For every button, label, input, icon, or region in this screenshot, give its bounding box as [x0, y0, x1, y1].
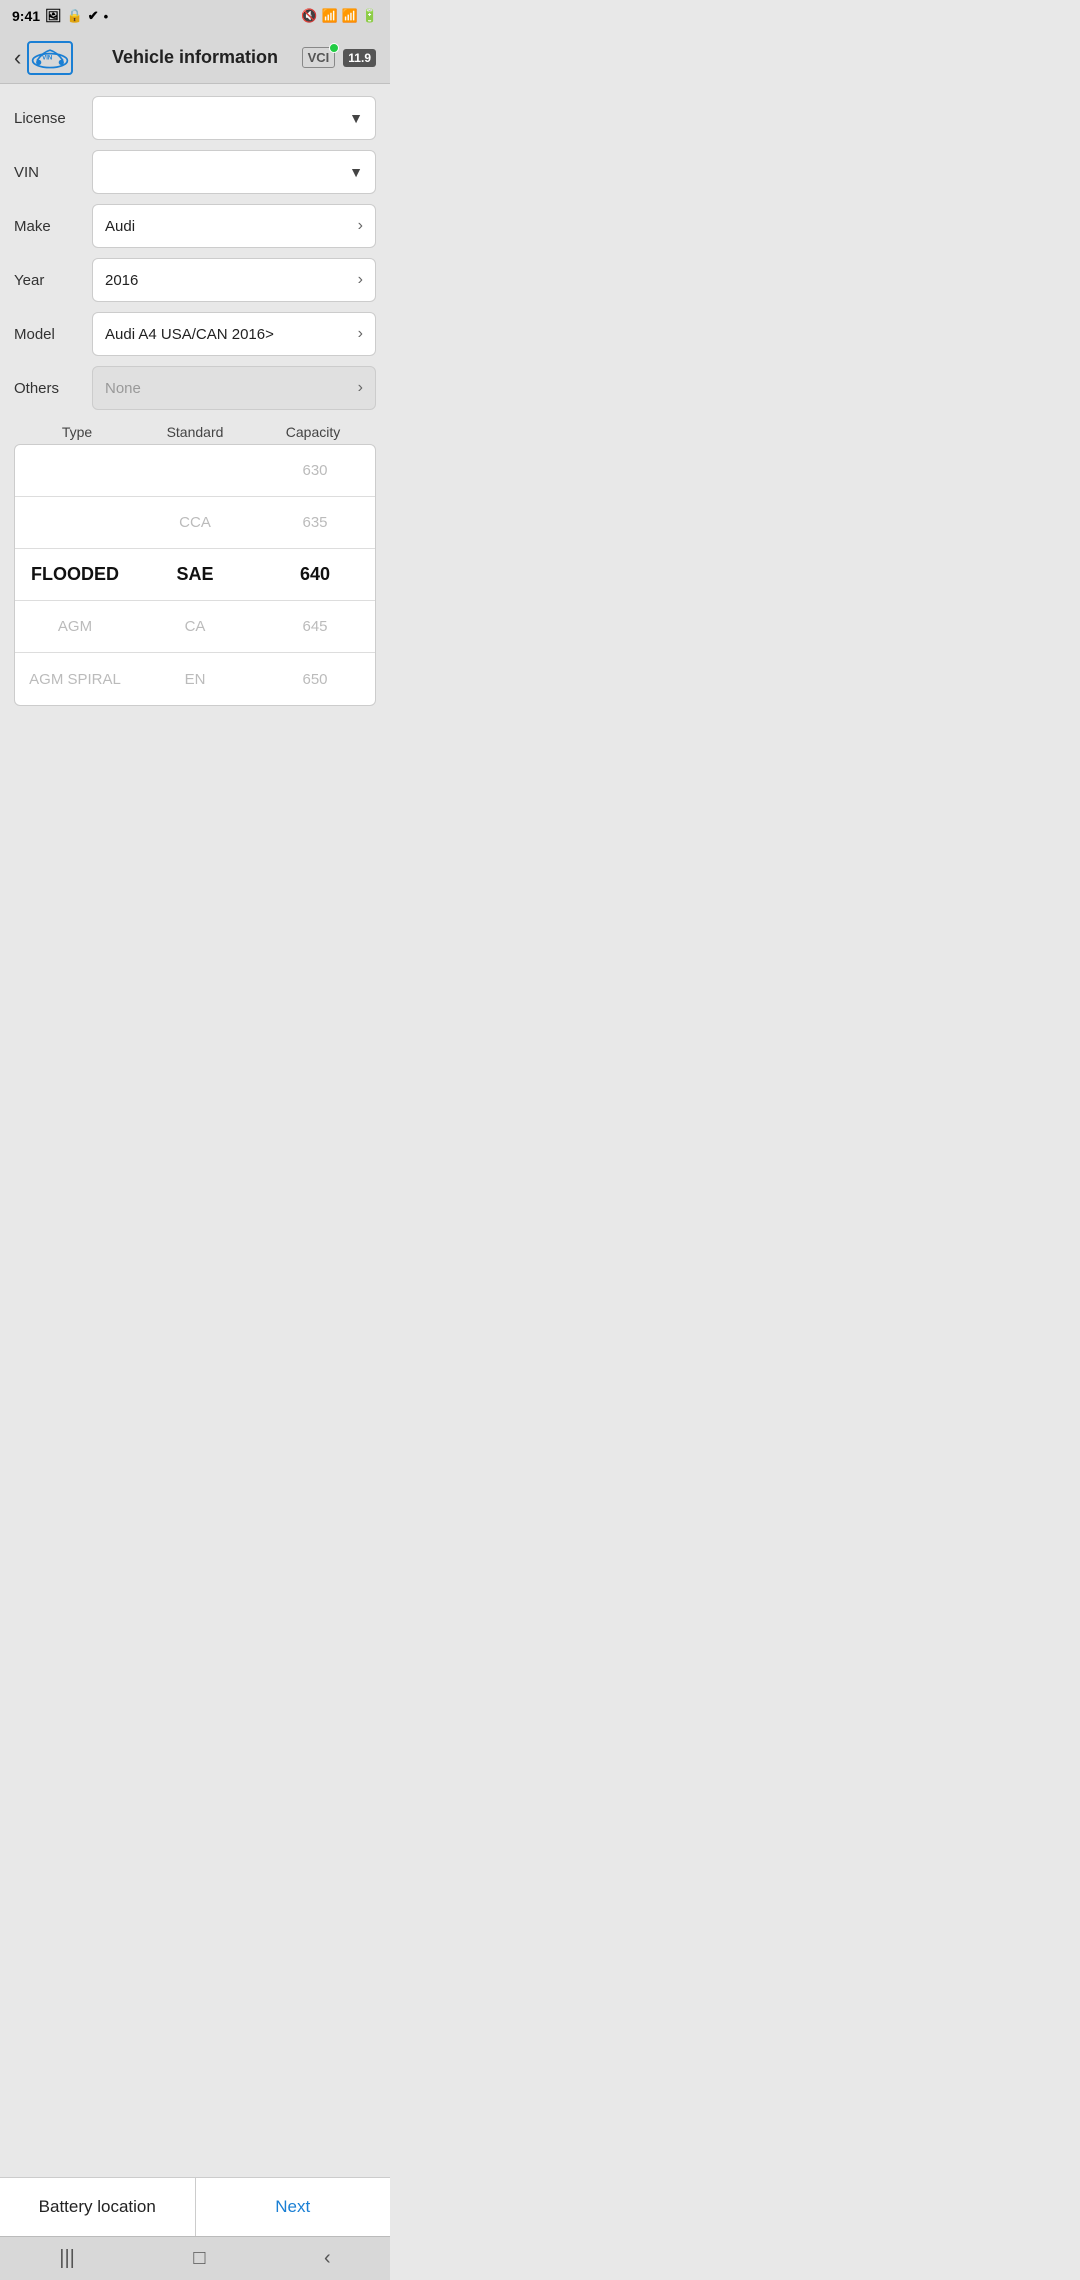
- year-input[interactable]: 2016 ›: [92, 258, 376, 302]
- year-row: Year 2016 ›: [14, 258, 376, 302]
- make-value: Audi: [105, 218, 135, 235]
- model-value: Audi A4 USA/CAN 2016>: [105, 326, 274, 343]
- table-row[interactable]: 630: [15, 445, 375, 497]
- others-label: Others: [14, 380, 84, 397]
- lock-icon: 🔒: [67, 8, 83, 24]
- table-row[interactable]: AGM SPIRAL EN 650: [15, 653, 375, 705]
- row4-type: AGM SPIRAL: [15, 671, 135, 688]
- others-chevron-icon: ›: [358, 379, 363, 397]
- status-right: 🔇 📶 📶 🔋: [301, 8, 378, 24]
- nav-home-icon[interactable]: □: [193, 2247, 205, 2270]
- year-chevron-icon: ›: [358, 271, 363, 289]
- status-bar: 9:41 🖼 🔒 ✔ • 🔇 📶 📶 🔋: [0, 0, 390, 32]
- year-value: 2016: [105, 272, 138, 289]
- bottom-buttons: Battery location Next: [0, 2177, 390, 2236]
- check-icon: ✔: [88, 8, 99, 24]
- battery-table-section: Type Standard Capacity 630 CCA 635 FLOOD…: [14, 424, 376, 706]
- row3-standard: CA: [135, 618, 255, 635]
- row1-capacity: 635: [255, 514, 375, 531]
- table-row[interactable]: CCA 635: [15, 497, 375, 549]
- next-button[interactable]: Next: [196, 2178, 391, 2236]
- row1-standard: CCA: [135, 514, 255, 531]
- page-title: Vehicle information: [112, 47, 278, 68]
- license-label: License: [14, 110, 84, 127]
- vin-row: VIN ▼: [14, 150, 376, 194]
- others-row: Others None ›: [14, 366, 376, 410]
- model-row: Model Audi A4 USA/CAN 2016> ›: [14, 312, 376, 356]
- model-label: Model: [14, 326, 84, 343]
- row3-type: AGM: [15, 618, 135, 635]
- table-row[interactable]: AGM CA 645: [15, 601, 375, 653]
- vin-dropdown-icon: ▼: [349, 164, 363, 180]
- table-header: Type Standard Capacity: [14, 424, 376, 440]
- battery-location-button[interactable]: Battery location: [0, 2178, 196, 2236]
- nav-bar: ||| □ ‹: [0, 2236, 390, 2280]
- dot-icon: •: [104, 9, 109, 24]
- vci-connected-dot: [329, 43, 339, 53]
- year-label: Year: [14, 272, 84, 289]
- battery-table-body: 630 CCA 635 FLOODED SAE 640 AGM CA 645: [14, 444, 376, 706]
- make-label: Make: [14, 218, 84, 235]
- make-row: Make Audi ›: [14, 204, 376, 248]
- vin-logo[interactable]: VIN: [27, 41, 73, 75]
- vin-input[interactable]: ▼: [92, 150, 376, 194]
- vci-badge: VCI: [302, 47, 336, 68]
- license-input[interactable]: ▼: [92, 96, 376, 140]
- back-button[interactable]: ‹: [14, 45, 21, 71]
- make-chevron-icon: ›: [358, 217, 363, 235]
- row3-capacity: 645: [255, 618, 375, 635]
- row0-capacity: 630: [255, 462, 375, 479]
- nav-back-icon[interactable]: ‹: [324, 2247, 331, 2270]
- wifi-icon: 📶: [321, 8, 337, 24]
- signal-icon: 📶: [342, 8, 358, 24]
- main-content: License ▼ VIN ▼ Make Audi › Year 2016 › …: [0, 84, 390, 718]
- status-left: 9:41 🖼 🔒 ✔ •: [12, 8, 108, 24]
- model-chevron-icon: ›: [358, 325, 363, 343]
- col-standard-header: Standard: [136, 424, 254, 440]
- header: ‹ VIN Vehicle information VCI 11.9: [0, 32, 390, 84]
- others-input[interactable]: None ›: [92, 366, 376, 410]
- col-capacity-header: Capacity: [254, 424, 372, 440]
- battery-icon: 🔋: [362, 8, 378, 24]
- battery-voltage-badge: 11.9: [343, 49, 376, 67]
- header-right: VCI 11.9: [302, 47, 376, 68]
- row4-capacity: 650: [255, 671, 375, 688]
- table-row-selected[interactable]: FLOODED SAE 640: [15, 549, 375, 601]
- header-left: ‹ VIN: [14, 41, 73, 75]
- vin-label: VIN: [14, 164, 84, 181]
- mute-icon: 🔇: [301, 8, 317, 24]
- make-input[interactable]: Audi ›: [92, 204, 376, 248]
- license-dropdown-icon: ▼: [349, 110, 363, 126]
- row2-type: FLOODED: [15, 564, 135, 585]
- license-row: License ▼: [14, 96, 376, 140]
- col-type-header: Type: [18, 424, 136, 440]
- svg-text:VIN: VIN: [43, 54, 53, 61]
- row2-capacity: 640: [255, 564, 375, 585]
- photo-icon: 🖼: [45, 8, 62, 24]
- status-time: 9:41: [12, 8, 40, 24]
- model-input[interactable]: Audi A4 USA/CAN 2016> ›: [92, 312, 376, 356]
- nav-menu-icon[interactable]: |||: [59, 2247, 75, 2270]
- vin-logo-svg: VIN: [30, 43, 70, 73]
- row2-standard: SAE: [135, 564, 255, 585]
- row4-standard: EN: [135, 671, 255, 688]
- others-value: None: [105, 380, 141, 397]
